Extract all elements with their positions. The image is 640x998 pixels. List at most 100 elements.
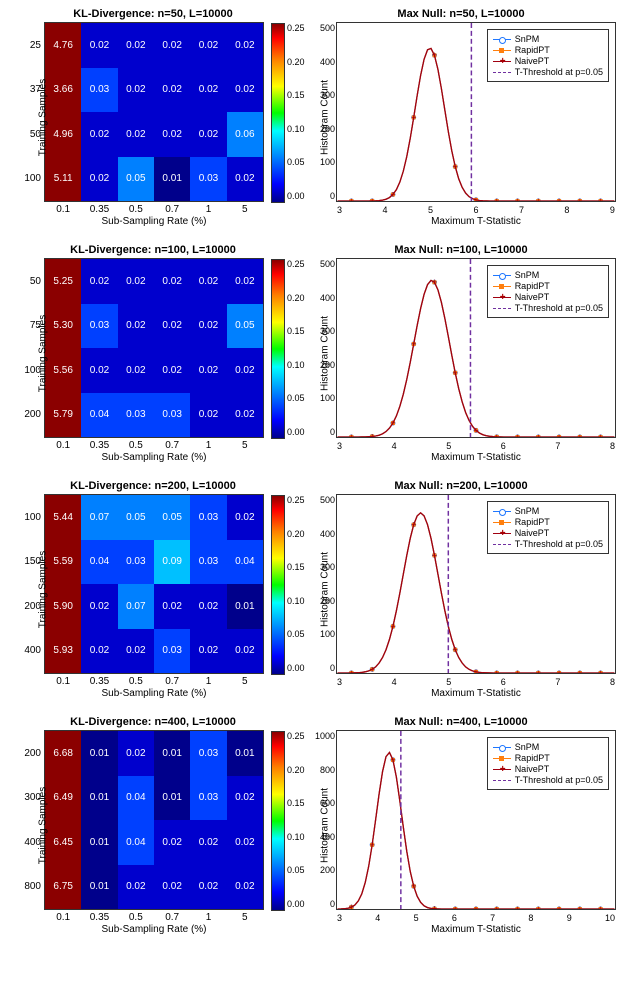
y-tick: 0	[309, 899, 335, 909]
x-axis-label: Maximum T-Statistic	[336, 688, 616, 699]
svg-text:+: +	[432, 550, 437, 560]
y-tick: 500	[309, 23, 335, 33]
heatmap-cell: 0.03	[118, 540, 154, 585]
chart-row: KL-Divergence: n=50, L=10000Training Sam…	[8, 8, 632, 236]
svg-text:+: +	[349, 432, 354, 437]
x-axis-label: Maximum T-Statistic	[336, 924, 616, 935]
x-tick: 0.1	[45, 676, 81, 687]
x-tick: 0.5	[118, 204, 154, 215]
chart-row: KL-Divergence: n=200, L=10000Training Sa…	[8, 480, 632, 708]
heatmap-cell: 0.01	[81, 865, 117, 910]
heatmap-cell: 0.03	[81, 68, 117, 113]
x-tick: 0.35	[81, 204, 117, 215]
svg-text:+: +	[494, 432, 499, 437]
legend-label: SnPM	[515, 742, 540, 752]
heatmap-plot-area: Training Samples1001502004005.440.070.05…	[44, 494, 264, 674]
line-plot-area: Histogram Count5004003002001000+++++++++…	[336, 494, 616, 674]
y-tick: 400	[15, 820, 43, 865]
svg-text:+: +	[370, 431, 375, 437]
svg-text:+: +	[494, 904, 499, 909]
heatmap-cell: 0.02	[227, 865, 263, 910]
chart-row: KL-Divergence: n=400, L=10000Training Sa…	[8, 716, 632, 944]
heatmap-cell: 0.02	[81, 584, 117, 629]
x-tick: 6	[501, 441, 506, 451]
svg-text:+: +	[515, 668, 520, 673]
x-tick: 5	[446, 677, 451, 687]
chart-title: KL-Divergence: n=400, L=10000	[8, 716, 298, 728]
legend: SnPMRapidPT+NaivePTT-Threshold at p=0.05	[487, 29, 609, 82]
x-tick: 3	[337, 913, 342, 923]
x-tick: 4	[392, 441, 397, 451]
x-tick: 9	[610, 205, 615, 215]
x-tick: 0.5	[118, 440, 154, 451]
heatmap-panel: KL-Divergence: n=200, L=10000Training Sa…	[8, 480, 298, 708]
svg-text:+: +	[494, 196, 499, 201]
svg-text:+: +	[577, 432, 582, 437]
heatmap-cell: 6.45	[45, 820, 81, 865]
x-tick: 0.35	[81, 912, 117, 923]
heatmap-cell: 0.02	[190, 259, 226, 304]
svg-text:+: +	[536, 196, 541, 201]
heatmap-cell: 5.59	[45, 540, 81, 585]
heatmap-cell: 3.66	[45, 68, 81, 113]
heatmap-cell: 0.02	[154, 865, 190, 910]
line-plot-area: Histogram Count10008006004002000++++++++…	[336, 730, 616, 910]
legend-label: T-Threshold at p=0.05	[515, 775, 603, 785]
heatmap-cell: 0.02	[154, 259, 190, 304]
svg-text:+: +	[411, 112, 416, 122]
x-tick: 5	[428, 205, 433, 215]
heatmap-plot-area: Training Samples2537501004.760.020.020.0…	[44, 22, 264, 202]
heatmap-cell: 0.02	[118, 23, 154, 68]
heatmap-cell: 0.03	[190, 731, 226, 776]
svg-text:+: +	[453, 368, 458, 378]
heatmap-cell: 0.02	[227, 776, 263, 821]
y-tick: 0	[309, 427, 335, 437]
chart-title: Max Null: n=400, L=10000	[306, 716, 616, 728]
svg-text:+: +	[453, 904, 458, 909]
heatmap-cell: 0.02	[154, 23, 190, 68]
heatmap-plot-area: Training Samples2003004008006.680.010.02…	[44, 730, 264, 910]
svg-text:+: +	[515, 196, 520, 201]
heatmap-cell: 0.04	[227, 540, 263, 585]
svg-text:+: +	[453, 162, 458, 172]
y-tick: 50	[15, 259, 43, 304]
heatmap-cell: 0.03	[190, 157, 226, 202]
y-tick: 500	[309, 259, 335, 269]
heatmap-panel: KL-Divergence: n=400, L=10000Training Sa…	[8, 716, 298, 944]
heatmap-cell: 0.02	[154, 584, 190, 629]
x-tick: 7	[555, 441, 560, 451]
heatmap-cell: 0.03	[154, 629, 190, 674]
svg-text:+: +	[577, 904, 582, 909]
svg-text:+: +	[390, 418, 395, 428]
heatmap-cell: 0.02	[154, 68, 190, 113]
heatmap-cell: 0.02	[190, 584, 226, 629]
heatmap-cell: 0.01	[81, 820, 117, 865]
y-tick: 300	[309, 562, 335, 572]
y-tick: 0	[309, 191, 335, 201]
x-tick: 0.5	[118, 676, 154, 687]
y-tick: 0	[309, 663, 335, 673]
x-axis-label: Maximum T-Statistic	[336, 452, 616, 463]
heatmap-cell: 0.02	[190, 348, 226, 393]
x-tick: 6	[452, 913, 457, 923]
heatmap-cell: 0.02	[154, 820, 190, 865]
line-panel: Max Null: n=100, L=10000Histogram Count5…	[306, 244, 616, 472]
x-tick: 5	[446, 441, 451, 451]
y-tick: 100	[309, 629, 335, 639]
heatmap-cell: 0.01	[81, 776, 117, 821]
svg-text:+: +	[536, 904, 541, 909]
heatmap-cell: 0.02	[227, 348, 263, 393]
y-tick: 200	[15, 393, 43, 438]
x-tick: 0.35	[81, 440, 117, 451]
svg-text:+: +	[411, 520, 416, 530]
heatmap-cell: 0.02	[81, 629, 117, 674]
y-tick: 300	[309, 90, 335, 100]
heatmap-cell: 0.04	[81, 393, 117, 438]
svg-text:+: +	[432, 277, 437, 287]
heatmap-cell: 0.02	[81, 348, 117, 393]
heatmap-cell: 0.03	[118, 393, 154, 438]
chart-row: KL-Divergence: n=100, L=10000Training Sa…	[8, 244, 632, 472]
x-tick: 0.7	[154, 912, 190, 923]
legend: SnPMRapidPT+NaivePTT-Threshold at p=0.05	[487, 265, 609, 318]
svg-text:+: +	[473, 904, 478, 909]
